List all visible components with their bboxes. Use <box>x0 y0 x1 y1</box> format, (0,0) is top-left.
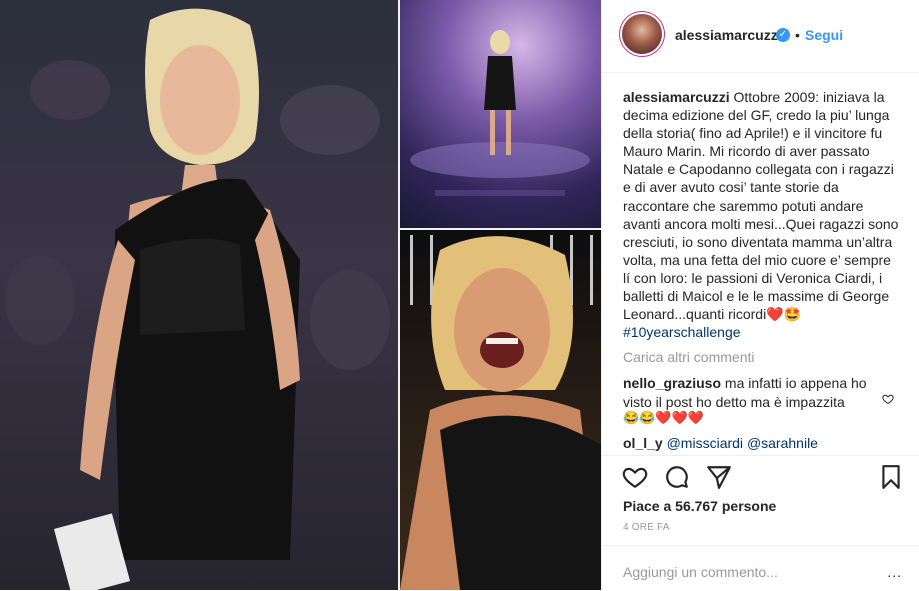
follow-button[interactable]: Segui <box>805 27 843 43</box>
bookmark-icon[interactable] <box>878 464 904 490</box>
add-comment-bar: Aggiungi un commento... ... <box>602 545 919 591</box>
avatar[interactable] <box>622 14 662 54</box>
more-options-button[interactable]: ... <box>887 564 902 580</box>
likes-count[interactable]: Piace a 56.767 persone <box>623 498 776 514</box>
action-bar <box>602 455 919 498</box>
comment-mention[interactable]: @sarahnile <box>747 435 818 451</box>
woman-figure-illustration <box>5 8 390 590</box>
photo-woman-black-dress <box>0 0 398 590</box>
heart-icon[interactable] <box>622 464 648 490</box>
caption-hashtag[interactable]: #10yearschallenge <box>623 324 741 340</box>
photo-stage-full-body <box>400 0 601 228</box>
post-header: alessiamarcuzzi ✓ • Segui <box>602 0 919 73</box>
laughing-figure-illustration <box>400 235 601 590</box>
comment-like-heart-icon[interactable] <box>882 393 894 405</box>
share-icon[interactable] <box>706 464 732 490</box>
comment-item: nello_graziuso ma infatti io appena ho v… <box>623 374 881 412</box>
header-username[interactable]: alessiamarcuzzi <box>675 27 782 43</box>
comment-item: ol_l_y @missciardi @sarahnile <box>623 435 818 451</box>
load-more-comments[interactable]: Carica altri commenti <box>623 349 754 365</box>
caption-text: Ottobre 2009: iniziava la decima edizion… <box>623 89 899 323</box>
caption-username[interactable]: alessiamarcuzzi <box>623 89 730 105</box>
comment-icon[interactable] <box>664 464 690 490</box>
post-timestamp[interactable]: 4 ORE FA <box>623 522 670 533</box>
post-caption: alessiamarcuzzi Ottobre 2009: iniziava l… <box>623 88 901 341</box>
photo-laughing-closeup <box>400 230 601 590</box>
comment-mention[interactable]: @missciardi <box>667 435 743 451</box>
comment-emoji: 😂😂❤️❤️❤️ <box>623 410 704 425</box>
comment-username[interactable]: ol_l_y <box>623 435 663 451</box>
verified-badge-icon: ✓ <box>776 28 790 42</box>
add-comment-input[interactable]: Aggiungi un commento... <box>623 564 778 580</box>
post-image[interactable] <box>0 0 601 590</box>
stage-figure-illustration <box>410 30 590 196</box>
separator-dot: • <box>795 27 800 43</box>
post-sidebar: alessiamarcuzzi ✓ • Segui alessiamarcuzz… <box>601 0 919 590</box>
comment-username[interactable]: nello_graziuso <box>623 375 721 391</box>
